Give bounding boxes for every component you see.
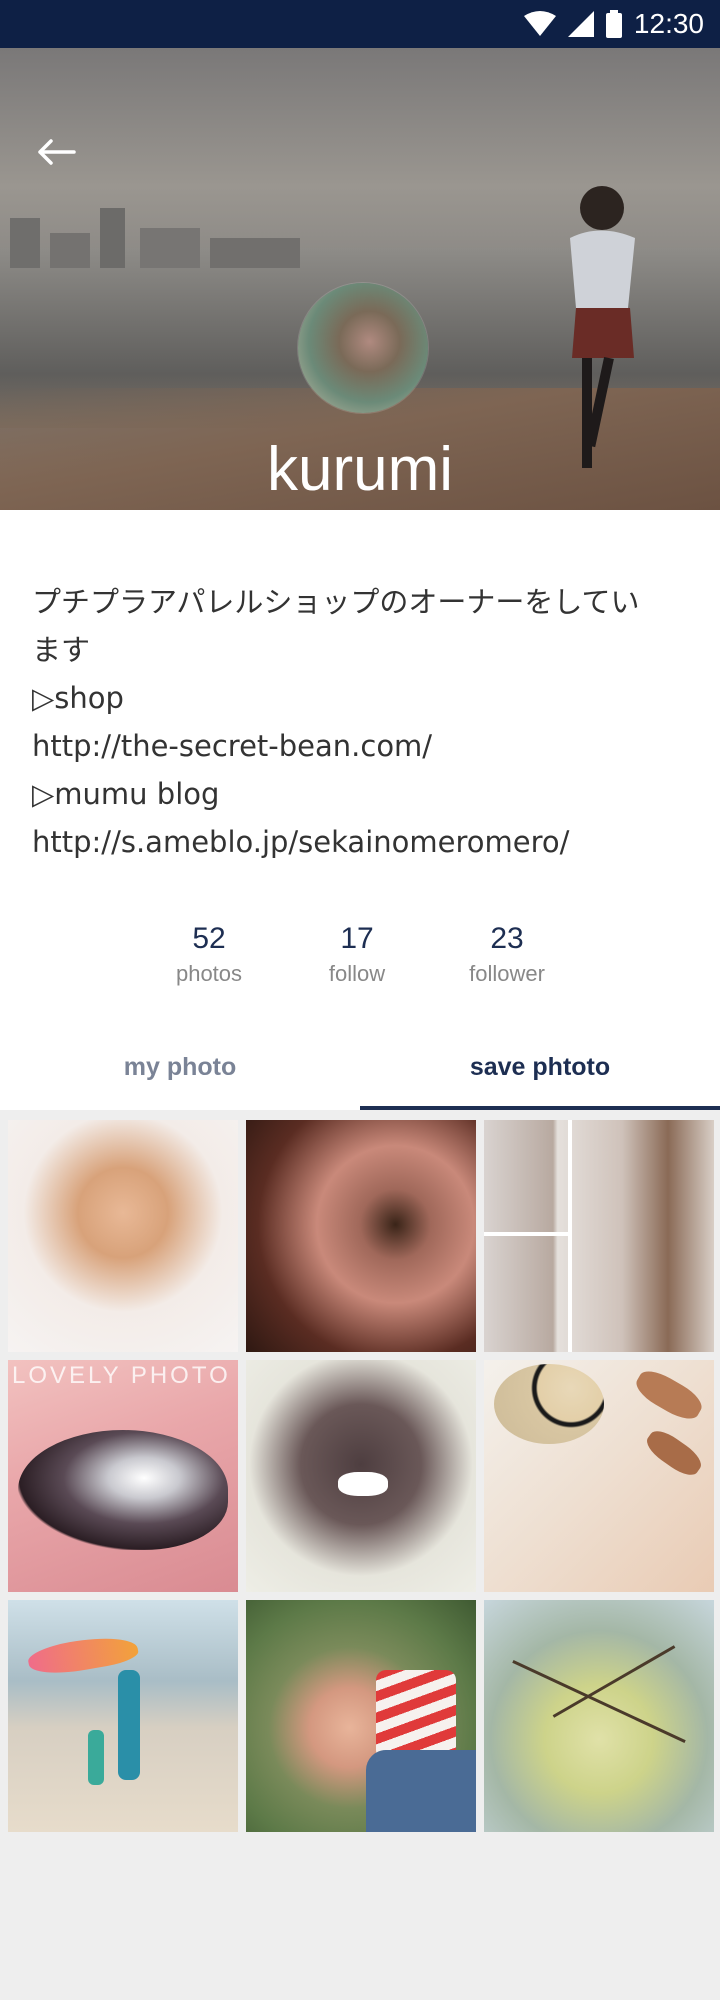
photo-tile[interactable] (246, 1360, 476, 1592)
striped-sleeve (376, 1670, 456, 1760)
photo-tile[interactable] (8, 1600, 238, 1832)
hair-bow (338, 1472, 388, 1496)
stat-follow-count: 17 (340, 922, 374, 955)
stat-follow-label: follow (328, 961, 386, 986)
stats-row: 52 photos 17 follow 23 follower (0, 920, 720, 1000)
wifi-icon (523, 11, 556, 37)
cover-skyline (0, 198, 320, 268)
status-bar: 12:30 (0, 0, 720, 48)
bio-link-shop[interactable]: http://the-secret-bean.com/ (32, 722, 682, 770)
sandal (641, 1425, 707, 1481)
bio-line: ▷shop (32, 681, 124, 715)
arrow-left-icon (38, 139, 76, 165)
collage-divider (568, 1120, 572, 1352)
bio-link-blog[interactable]: http://s.ameblo.jp/sekainomeromero/ (32, 818, 682, 866)
stat-photos-count: 52 (192, 922, 226, 955)
cellular-signal-icon (567, 11, 594, 37)
photo-overlay-text: LOVELY PHOTO (12, 1362, 231, 1389)
bio: プチプラアパレルショップのオーナーをしてい ます ▷shop http://th… (32, 578, 682, 866)
hat (494, 1364, 604, 1444)
back-button[interactable] (30, 126, 82, 178)
stat-photos[interactable]: 52 photos (144, 920, 274, 990)
photo-tile[interactable] (484, 1120, 714, 1352)
denim-overalls (366, 1750, 476, 1832)
photo-tabs: my photo save phtoto (0, 1024, 720, 1110)
bio-line: ます (32, 633, 91, 667)
photo-tile[interactable] (484, 1600, 714, 1832)
photo-tile[interactable] (246, 1120, 476, 1352)
tab-save-photo[interactable]: save phtoto (360, 1024, 720, 1110)
username: kurumi (266, 435, 454, 504)
person-figure (118, 1670, 140, 1780)
battery-icon (605, 10, 622, 38)
status-time: 12:30 (633, 8, 704, 39)
bio-line: ▷mumu blog (32, 777, 220, 811)
glitter-eye (18, 1430, 228, 1550)
photo-grid: LOVELY PHOTO (8, 1120, 714, 1832)
profile-body: プチプラアパレルショップのオーナーをしてい ます ▷shop http://th… (0, 510, 720, 1110)
child-figure (88, 1730, 104, 1785)
stat-follower-count: 23 (490, 922, 524, 955)
photo-tile[interactable]: LOVELY PHOTO (8, 1360, 238, 1592)
collage-divider (484, 1232, 568, 1236)
stat-follower-label: follower (469, 961, 545, 986)
bio-line: プチプラアパレルショップのオーナーをしてい (32, 585, 640, 619)
avatar[interactable] (298, 283, 428, 413)
stat-follower[interactable]: 23 follower (442, 920, 572, 990)
stat-photos-label: photos (175, 961, 243, 986)
tab-my-photo[interactable]: my photo (0, 1024, 360, 1110)
branch (512, 1659, 686, 1744)
photo-tile[interactable] (246, 1600, 476, 1832)
photo-tile[interactable] (484, 1360, 714, 1592)
profile-cover: kurumi (0, 48, 720, 510)
sandal (631, 1364, 707, 1426)
stat-follow[interactable]: 17 follow (292, 920, 422, 990)
photo-tile[interactable] (8, 1120, 238, 1352)
